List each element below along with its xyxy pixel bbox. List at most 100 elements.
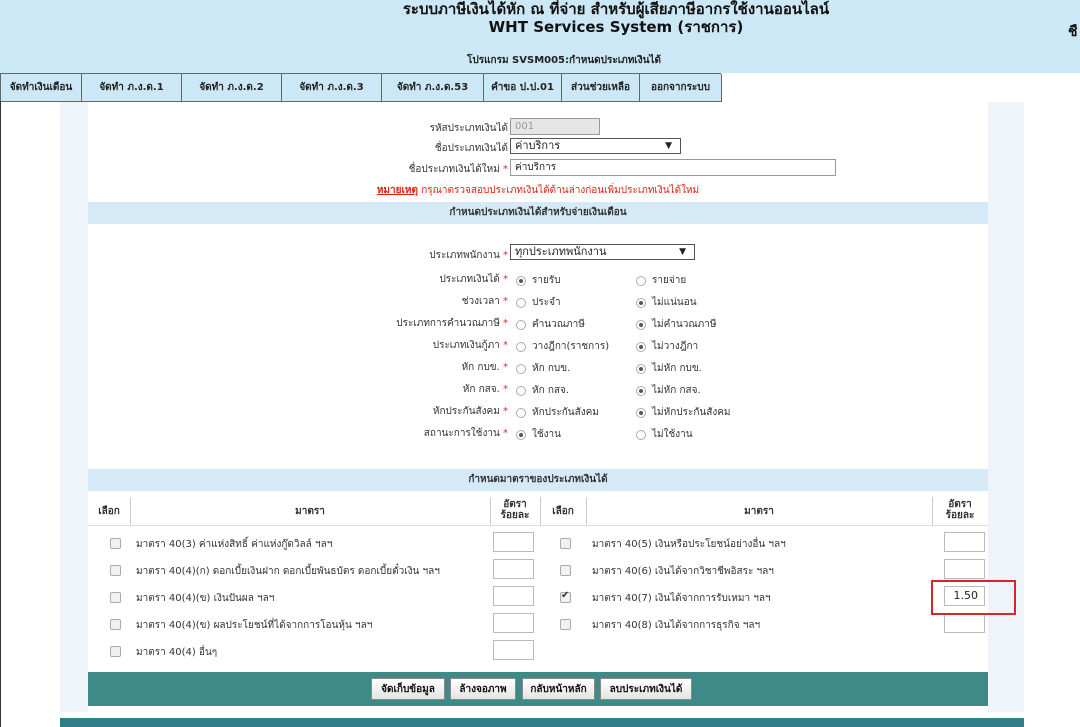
option-label: ประเภทการคำนวณภาษี * bbox=[396, 316, 508, 331]
required-mark: * bbox=[503, 340, 508, 351]
radio-button[interactable] bbox=[636, 341, 646, 352]
table-header-divider bbox=[88, 525, 988, 526]
option-label-text: ช่วงเวลา bbox=[461, 296, 500, 307]
col-rate-line1: อัตรา bbox=[503, 499, 527, 510]
radio-button[interactable] bbox=[636, 385, 646, 396]
option-label-text: ประเภทการคำนวณภาษี bbox=[396, 318, 500, 329]
required-mark: * bbox=[503, 428, 508, 439]
col-rate-left: อัตรา ร้อยละ bbox=[490, 499, 540, 521]
section-label: มาตรา 40(4)(ข) เงินปันผล ฯลฯ bbox=[136, 593, 275, 604]
radio-option[interactable]: ไม่แน่นอน bbox=[636, 295, 697, 310]
radio-option[interactable]: ไม่หัก กสจ. bbox=[636, 383, 701, 398]
radio-label: ไม่ใช้งาน bbox=[652, 429, 693, 440]
menu-salary[interactable]: จัดทำเงินเดือน bbox=[0, 74, 82, 102]
radio-option[interactable]: ไม่วางฎีกา bbox=[636, 339, 698, 354]
radio-option[interactable]: คำนวณภาษี bbox=[516, 317, 585, 332]
menu-pnd3[interactable]: จัดทำ ภ.ง.ด.3 bbox=[281, 74, 382, 102]
radio-button[interactable] bbox=[516, 407, 526, 418]
note-text: หมายเหตุ กรุณาตรวจสอบประเภทเงินได้ด้านล่… bbox=[88, 183, 988, 198]
radio-button[interactable] bbox=[516, 297, 526, 308]
radio-option[interactable]: ไม่หักประกันสังคม bbox=[636, 405, 731, 420]
rate-input[interactable] bbox=[493, 613, 534, 633]
radio-option[interactable]: ไม่หัก กบข. bbox=[636, 361, 702, 376]
rate-input[interactable] bbox=[944, 532, 985, 552]
radio-button[interactable] bbox=[516, 363, 526, 374]
radio-option[interactable]: หัก กบข. bbox=[516, 361, 570, 376]
radio-option[interactable]: รายจ่าย bbox=[636, 273, 686, 288]
col-divider bbox=[490, 497, 491, 525]
back-button[interactable]: กลับหน้าหลัก bbox=[522, 678, 595, 700]
menu-help[interactable]: ส่วนช่วยเหลือ bbox=[561, 74, 640, 102]
radio-option[interactable]: วางฎีกา(ราชการ) bbox=[516, 339, 609, 354]
menu-pp01[interactable]: คำขอ ป.ป.01 bbox=[483, 74, 562, 102]
radio-button[interactable] bbox=[516, 341, 526, 352]
radio-label: ใช้งาน bbox=[532, 429, 562, 440]
option-label: ประเภทเงินได้ * bbox=[439, 272, 508, 287]
radio-label: หัก กบข. bbox=[532, 363, 571, 374]
user-name-fragment: ชื bbox=[1068, 24, 1078, 40]
section-checkbox[interactable] bbox=[560, 619, 571, 630]
dropdown-arrow-icon: ▼ bbox=[665, 141, 672, 151]
radio-button[interactable] bbox=[636, 275, 646, 286]
income-name-select[interactable]: ค่าบริการ ▼ bbox=[510, 138, 681, 154]
salary-section-header: กำหนดประเภทเงินได้สำหรับจ่ายเงินเดือน bbox=[88, 202, 988, 224]
radio-button[interactable] bbox=[516, 385, 526, 396]
menu-logout[interactable]: ออกจากระบบ bbox=[639, 74, 722, 102]
employee-type-label: ประเภทพนักงาน * bbox=[429, 248, 508, 263]
menu-pnd2[interactable]: จัดทำ ภ.ง.ด.2 bbox=[181, 74, 282, 102]
radio-button[interactable] bbox=[636, 297, 646, 308]
new-income-name-input[interactable]: ค่าบริการ bbox=[510, 159, 836, 176]
menu-pnd53[interactable]: จัดทำ ภ.ง.ด.53 bbox=[381, 74, 484, 102]
section-checkbox[interactable] bbox=[110, 646, 121, 657]
radio-option[interactable]: ไม่ใช้งาน bbox=[636, 427, 693, 442]
employee-type-value: ทุกประเภทพนักงาน bbox=[515, 245, 607, 258]
section-checkbox[interactable] bbox=[110, 619, 121, 630]
bottom-bar bbox=[60, 718, 1024, 727]
option-label: หักประกันสังคม * bbox=[433, 404, 508, 419]
section-checkbox[interactable] bbox=[110, 592, 121, 603]
radio-button[interactable] bbox=[636, 319, 646, 330]
rate-input[interactable] bbox=[493, 532, 534, 552]
radio-option[interactable]: หักประกันสังคม bbox=[516, 405, 599, 420]
clear-button[interactable]: ล้างจอภาพ bbox=[450, 678, 516, 700]
rate-input[interactable] bbox=[493, 640, 534, 660]
new-income-name-label: ชื่อประเภทเงินได้ใหม่ * bbox=[409, 162, 508, 177]
section-checkbox[interactable] bbox=[110, 565, 121, 576]
option-label: ประเภทเงินกู้ภา * bbox=[433, 338, 508, 353]
rate-input[interactable] bbox=[944, 613, 985, 633]
section-checkbox[interactable] bbox=[110, 538, 121, 549]
radio-option[interactable]: ไม่คำนวณภาษี bbox=[636, 317, 716, 332]
main-form: รหัสประเภทเงินได้ 001 ชื่อประเภทเงินได้ … bbox=[88, 102, 988, 706]
radio-button[interactable] bbox=[516, 319, 526, 330]
menu-pnd1[interactable]: จัดทำ ภ.ง.ด.1 bbox=[81, 74, 182, 102]
radio-label: ไม่หัก กบข. bbox=[652, 363, 702, 374]
radio-button[interactable] bbox=[636, 429, 646, 440]
col-section-right: มาตรา bbox=[744, 506, 774, 517]
radio-button[interactable] bbox=[636, 363, 646, 374]
section-label: มาตรา 40(7) เงินได้จากการรับเหมา ฯลฯ bbox=[592, 593, 771, 604]
radio-option[interactable]: ใช้งาน bbox=[516, 427, 561, 442]
section-checkbox[interactable] bbox=[560, 538, 571, 549]
employee-type-label-text: ประเภทพนักงาน bbox=[429, 250, 500, 261]
radio-option[interactable]: ประจำ bbox=[516, 295, 561, 310]
radio-label: วางฎีกา(ราชการ) bbox=[532, 341, 610, 352]
save-button[interactable]: จัดเก็บข้อมูล bbox=[371, 678, 445, 700]
radio-label: ไม่แน่นอน bbox=[652, 297, 697, 308]
employee-type-select[interactable]: ทุกประเภทพนักงาน ▼ bbox=[510, 244, 695, 260]
required-mark: * bbox=[503, 318, 508, 329]
rate-input[interactable] bbox=[493, 559, 534, 579]
rate-input[interactable] bbox=[944, 559, 985, 579]
required-mark: * bbox=[503, 250, 508, 261]
radio-option[interactable]: หัก กสจ. bbox=[516, 383, 569, 398]
radio-button[interactable] bbox=[516, 429, 526, 440]
section-checkbox[interactable] bbox=[560, 590, 571, 603]
section-checkbox[interactable] bbox=[560, 565, 571, 576]
required-mark: * bbox=[503, 406, 508, 417]
radio-button[interactable] bbox=[516, 275, 526, 286]
income-name-value: ค่าบริการ bbox=[515, 139, 561, 152]
radio-button[interactable] bbox=[636, 407, 646, 418]
delete-income-type-button[interactable]: ลบประเภทเงินได้ bbox=[600, 678, 692, 700]
radio-option[interactable]: รายรับ bbox=[516, 273, 561, 288]
col-divider bbox=[130, 497, 131, 525]
rate-input[interactable] bbox=[493, 586, 534, 606]
